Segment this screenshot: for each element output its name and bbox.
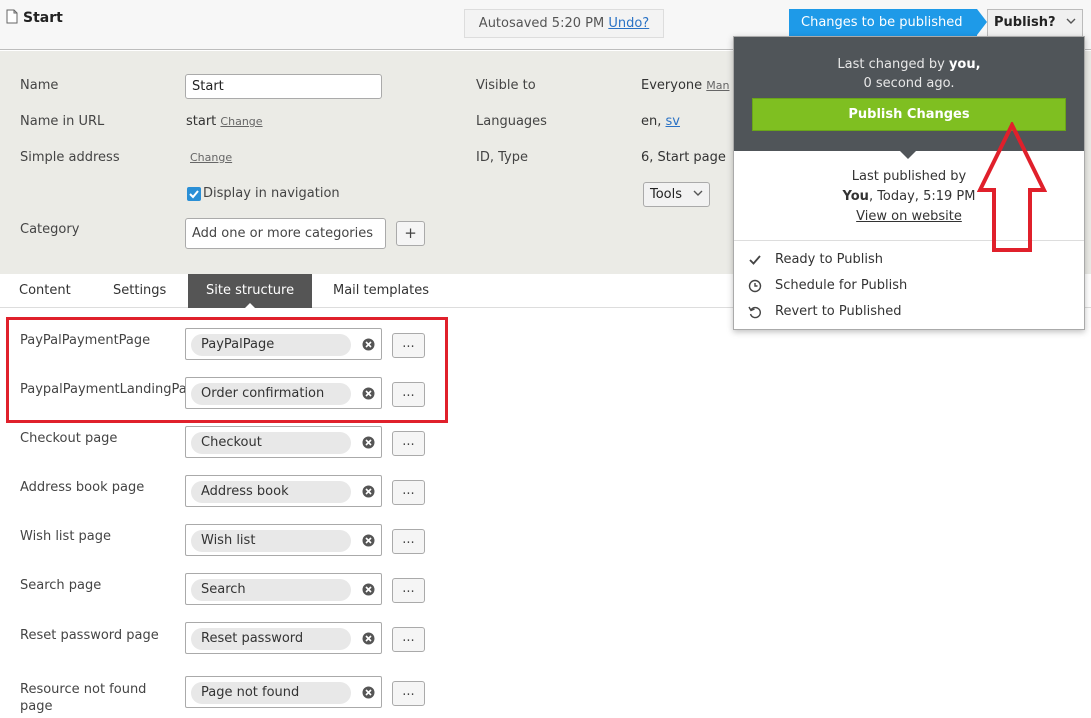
- display-in-navigation-checkbox[interactable]: [187, 187, 201, 201]
- browse-button[interactable]: ...: [392, 627, 425, 652]
- page-picker[interactable]: Reset password: [185, 622, 382, 654]
- browse-button[interactable]: ...: [392, 681, 425, 706]
- dropdown-notch: [900, 151, 916, 159]
- clear-icon[interactable]: [362, 436, 375, 449]
- check-icon: [749, 255, 761, 265]
- autosave-status: Autosaved 5:20 PM Undo?: [464, 9, 664, 38]
- language-sv-link[interactable]: sv: [666, 114, 680, 129]
- ready-to-publish-label: Ready to Publish: [775, 252, 884, 267]
- last-changed-info: Last changed by you, 0 second ago.: [734, 55, 1084, 93]
- page-pill: Reset password: [191, 628, 351, 650]
- schedule-for-publish-label: Schedule for Publish: [775, 278, 908, 293]
- row-label: Reset password page: [20, 628, 159, 643]
- browse-button[interactable]: ...: [392, 578, 425, 603]
- name-label: Name: [20, 78, 59, 93]
- autosave-text: Autosaved 5:20 PM: [478, 16, 605, 31]
- tab-mail-templates[interactable]: Mail templates: [333, 274, 429, 308]
- clear-icon[interactable]: [362, 686, 375, 699]
- browse-button[interactable]: ...: [392, 480, 425, 505]
- publish-button-label: Publish?: [994, 15, 1056, 30]
- changes-badge-text: Changes to be published: [789, 9, 977, 36]
- tab-site-structure[interactable]: Site structure: [188, 274, 313, 309]
- manage-link[interactable]: Man: [706, 79, 729, 92]
- page-pill: Wish list: [191, 530, 351, 552]
- languages-value: en,: [641, 114, 662, 129]
- red-arrow-annotation: [977, 122, 1047, 252]
- highlight-box: [6, 317, 448, 423]
- name-in-url-label: Name in URL: [20, 114, 105, 129]
- view-on-website-link[interactable]: View on website: [856, 209, 962, 224]
- add-category-button[interactable]: +: [396, 221, 425, 246]
- last-published-time: , Today, 5:19 PM: [868, 189, 976, 204]
- chevron-down-icon: [1066, 18, 1076, 24]
- page-picker[interactable]: Page not found: [185, 676, 382, 708]
- revert-icon: [748, 306, 761, 319]
- changes-badge: Changes to be published: [789, 9, 987, 36]
- clear-icon[interactable]: [362, 583, 375, 596]
- name-in-url-value: start: [186, 114, 217, 129]
- row-label: Wish list page: [20, 529, 112, 544]
- category-input[interactable]: Add one or more categories: [185, 218, 386, 249]
- undo-link[interactable]: Undo?: [608, 16, 649, 31]
- page-pill: Page not found: [191, 682, 351, 704]
- last-changed-user: you,: [948, 57, 981, 72]
- last-changed-time: 0 second ago.: [863, 76, 955, 91]
- row-label: Address book page: [20, 480, 145, 495]
- tab-settings[interactable]: Settings: [113, 274, 166, 308]
- change-url-link[interactable]: Change: [220, 115, 262, 128]
- clear-icon[interactable]: [362, 632, 375, 645]
- display-in-navigation-label: Display in navigation: [203, 186, 340, 201]
- row-label: Resource not found page: [20, 682, 147, 714]
- id-type-value: 6, Start page: [641, 150, 726, 165]
- clear-icon[interactable]: [362, 534, 375, 547]
- page-pill: Search: [191, 579, 351, 601]
- tab-content[interactable]: Content: [19, 274, 71, 308]
- id-type-label: ID, Type: [476, 150, 528, 165]
- badge-arrow: [977, 9, 987, 35]
- publish-menu-button[interactable]: Publish?: [987, 9, 1083, 37]
- checkmark-icon: [189, 190, 199, 199]
- row-label: Search page: [20, 578, 102, 593]
- page-icon: [6, 9, 18, 24]
- category-label: Category: [20, 222, 80, 237]
- clock-icon: [748, 279, 762, 293]
- change-simple-address-link[interactable]: Change: [190, 151, 232, 164]
- visible-to-label: Visible to: [476, 78, 536, 93]
- revert-to-published-label: Revert to Published: [775, 304, 902, 319]
- languages-label: Languages: [476, 114, 547, 129]
- page-pill: Checkout: [191, 432, 351, 454]
- browse-button[interactable]: ...: [392, 529, 425, 554]
- page-title: Start: [23, 10, 63, 26]
- clear-icon[interactable]: [362, 485, 375, 498]
- active-tab-notch: [244, 303, 257, 309]
- simple-address-label: Simple address: [20, 150, 120, 165]
- last-published-user: You: [842, 189, 869, 204]
- page-picker[interactable]: Address book: [185, 475, 382, 507]
- row-label: Checkout page: [20, 431, 118, 446]
- page-picker[interactable]: Wish list: [185, 524, 382, 556]
- tools-dropdown[interactable]: Tools: [643, 182, 710, 207]
- tab-site-structure-label: Site structure: [206, 283, 295, 298]
- browse-button[interactable]: ...: [392, 431, 425, 456]
- last-changed-prefix: Last changed by: [837, 57, 945, 72]
- tools-label: Tools: [650, 187, 683, 202]
- page-picker[interactable]: Checkout: [185, 426, 382, 458]
- visible-to-value: Everyone: [641, 78, 703, 93]
- page-picker[interactable]: Search: [185, 573, 382, 605]
- page-pill: Address book: [191, 481, 351, 503]
- name-input[interactable]: Start: [185, 74, 382, 99]
- chevron-down-icon: [693, 190, 703, 196]
